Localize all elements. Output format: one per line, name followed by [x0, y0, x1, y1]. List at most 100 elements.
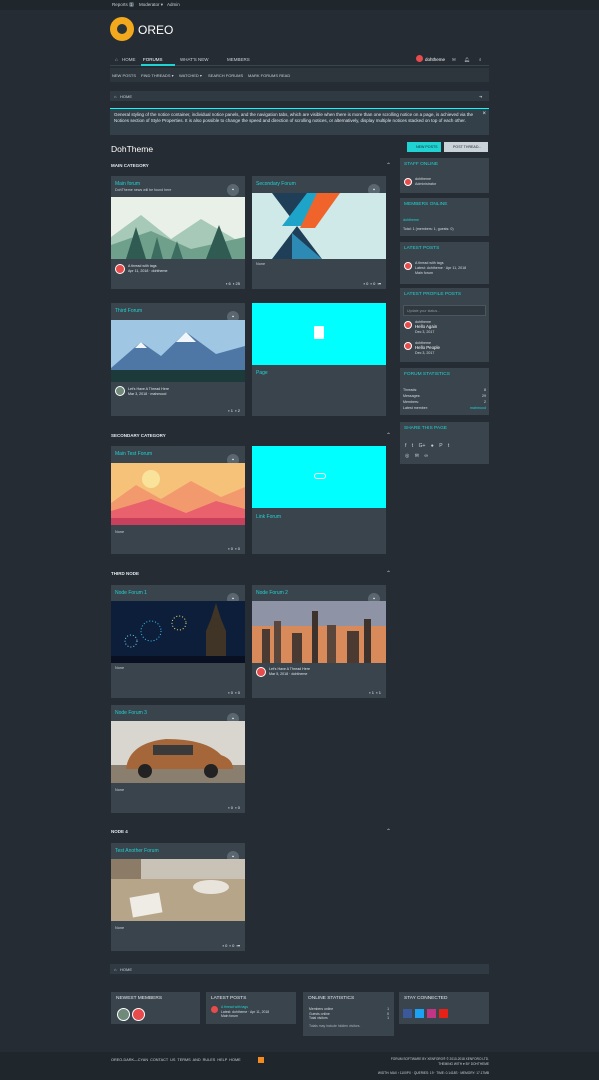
- logo-icon[interactable]: [110, 17, 134, 41]
- inbox-icon[interactable]: ✉: [452, 57, 456, 63]
- theming-credit[interactable]: THEMING WITH ♥ BY DOHTHEME: [438, 1062, 489, 1066]
- folder-icon[interactable]: ▪▾: [237, 943, 240, 948]
- youtube-icon[interactable]: [439, 1009, 448, 1018]
- forum-stats: ▪ 0 ▪ 0 ▪▾: [222, 943, 240, 948]
- new-posts-button[interactable]: NEW POSTS: [407, 142, 441, 152]
- no-posts-text: None: [256, 262, 266, 266]
- search-icon[interactable]: ⌕: [479, 57, 482, 62]
- whatsapp-icon[interactable]: ◎: [405, 453, 409, 459]
- forum-card-node3[interactable]: Node Forum 3 ▪ None ▪ 0 ▪ 0: [111, 705, 245, 813]
- forum-title[interactable]: Link Forum: [256, 514, 281, 520]
- subnav-search-forums[interactable]: SEARCH FORUMS: [208, 73, 243, 78]
- collapse-icon[interactable]: ⌃: [386, 828, 391, 835]
- link-icon[interactable]: ∞: [424, 453, 428, 459]
- category-node4[interactable]: NODE 4: [111, 829, 128, 834]
- forum-card-main-test[interactable]: Main Test Forum ▪ None ▪ 0 ▪ 0: [111, 446, 245, 554]
- notice-panel: General styling of the notice container,…: [110, 108, 489, 135]
- post-thread-button[interactable]: POST THREAD...: [444, 142, 488, 152]
- avatar[interactable]: [132, 1008, 145, 1021]
- latest-member-link[interactable]: mahmood: [470, 406, 486, 411]
- forum-title[interactable]: Node Forum 3: [115, 710, 147, 716]
- avatar[interactable]: [211, 1006, 218, 1013]
- breadcrumb-home[interactable]: HOME: [120, 967, 132, 972]
- profile-post-date: Dec 3, 2017: [415, 350, 435, 355]
- reports-link[interactable]: Reports: [112, 2, 128, 7]
- forum-title[interactable]: Test Another Forum: [115, 848, 159, 854]
- folder-icon[interactable]: ▪▾: [378, 281, 381, 286]
- latest-thread-link[interactable]: Let's Have A Thread Here: [128, 387, 169, 391]
- avatar[interactable]: [115, 264, 125, 274]
- avatar[interactable]: [256, 667, 266, 677]
- close-icon[interactable]: ×: [482, 111, 486, 117]
- staff-name[interactable]: dohtheme: [415, 177, 431, 181]
- nav-user[interactable]: dohtheme: [425, 57, 445, 62]
- nav-home[interactable]: HOME: [122, 57, 136, 62]
- latest-post-link[interactable]: A thread with tags: [415, 261, 444, 265]
- instagram-icon[interactable]: [427, 1009, 436, 1018]
- forum-card-link[interactable]: Link Forum: [252, 446, 386, 554]
- share-arrow-icon[interactable]: ➜: [479, 94, 482, 99]
- block-title: LATEST POSTS: [211, 996, 247, 1001]
- nav-members[interactable]: MEMBERS: [227, 57, 250, 62]
- forum-title[interactable]: Node Forum 1: [115, 590, 147, 596]
- user-avatar[interactable]: [416, 55, 423, 62]
- pinterest-icon[interactable]: P: [439, 443, 442, 449]
- avatar[interactable]: [115, 386, 125, 396]
- latest-post-forum[interactable]: Main forum: [415, 271, 433, 275]
- footer-links[interactable]: OREO-DARK—CYAN CONTACT US TERMS AND RULE…: [111, 1058, 241, 1062]
- logo-text[interactable]: OREO: [138, 23, 173, 37]
- avatar[interactable]: [117, 1008, 130, 1021]
- collapse-icon[interactable]: ⌃: [386, 432, 391, 439]
- forum-title[interactable]: Main forum: [115, 181, 140, 187]
- category-secondary[interactable]: SECONDARY CATEGORY: [111, 433, 166, 438]
- forum-card-third[interactable]: Third Forum ▪ Let's Have A Thread Here Ma…: [111, 303, 245, 416]
- copyright: FORUM SOFTWARE BY XENFORO® © 2010-2018 X…: [390, 1057, 489, 1061]
- forum-title[interactable]: Secondary Forum: [256, 181, 296, 187]
- nav-whats-new[interactable]: WHAT'S NEW: [180, 57, 209, 62]
- avatar[interactable]: [404, 262, 412, 270]
- breadcrumb-home[interactable]: HOME: [120, 94, 132, 99]
- forum-card-main[interactable]: Main forum DohTheme news will be found h…: [111, 176, 245, 289]
- forum-stats: ▪ 0 ▪ 0: [228, 546, 240, 551]
- avatar[interactable]: [404, 178, 412, 186]
- forum-title[interactable]: Node Forum 2: [256, 590, 288, 596]
- rss-icon[interactable]: [258, 1057, 264, 1063]
- latest-thread-link[interactable]: A thread with tags: [128, 264, 157, 268]
- collapse-icon[interactable]: ⌃: [386, 570, 391, 577]
- latest-thread-link[interactable]: Let's Have A Thread Here: [269, 667, 310, 671]
- avatar[interactable]: [404, 342, 412, 350]
- reddit-icon[interactable]: ●: [431, 443, 434, 449]
- tumblr-icon[interactable]: t: [448, 443, 449, 449]
- facebook-icon[interactable]: [403, 1009, 412, 1018]
- status-input[interactable]: Update your status...: [403, 305, 486, 316]
- google-plus-icon[interactable]: G+: [419, 443, 426, 449]
- subnav-watched[interactable]: WATCHED ▾: [179, 73, 202, 78]
- twitter-icon[interactable]: [415, 1009, 424, 1018]
- subnav-mark-read[interactable]: MARK FORUMS READ: [248, 73, 290, 78]
- admin-link[interactable]: Admin: [167, 2, 180, 7]
- forum-card-secondary[interactable]: Secondary Forum ▪ None ▪ 0 ▪ 0 ▪▾: [252, 176, 386, 289]
- subnav-find-threads[interactable]: FIND THREADS ▾: [141, 73, 174, 78]
- category-third[interactable]: THIRD NODE: [111, 571, 139, 576]
- latest-post-link[interactable]: A thread with tags: [221, 1005, 248, 1009]
- alerts-icon[interactable]: 🔔︎: [464, 57, 470, 63]
- facebook-icon[interactable]: f: [405, 443, 406, 449]
- collapse-icon[interactable]: ⌃: [386, 162, 391, 169]
- online-member[interactable]: dohtheme: [403, 218, 486, 223]
- latest-post-forum[interactable]: Main forum: [221, 1014, 238, 1018]
- forum-title[interactable]: Third Forum: [115, 308, 142, 314]
- forum-card-node2[interactable]: Node Forum 2 ▪ Let's Have A Thread Here M…: [252, 585, 386, 698]
- avatar[interactable]: [404, 321, 412, 329]
- newest-members-block: NEWEST MEMBERS: [111, 992, 200, 1024]
- moderator-menu[interactable]: Moderator ▾: [139, 2, 163, 8]
- category-main[interactable]: MAIN CATEGORY: [111, 163, 149, 168]
- subnav-new-posts[interactable]: NEW POSTS: [112, 73, 136, 78]
- forum-title[interactable]: Main Test Forum: [115, 451, 152, 457]
- nav-forums[interactable]: FORUMS: [143, 57, 163, 62]
- forum-card-node1[interactable]: Node Forum 1 ▪ None ▪ 0 ▪ 0: [111, 585, 245, 698]
- twitter-icon[interactable]: t: [412, 443, 413, 449]
- forum-card-test-another[interactable]: Test Another Forum ▪ None ▪ 0 ▪ 0 ▪▾: [111, 843, 245, 951]
- forum-title[interactable]: Page: [256, 370, 268, 376]
- email-icon[interactable]: ✉: [415, 453, 419, 459]
- forum-card-page[interactable]: Page: [252, 303, 386, 416]
